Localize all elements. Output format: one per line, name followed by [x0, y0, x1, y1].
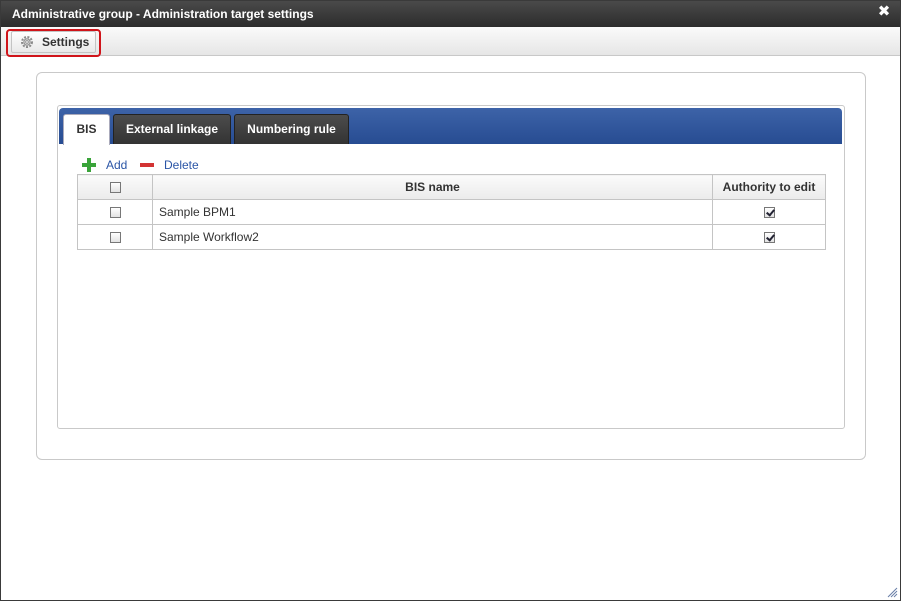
- window-title: Administrative group - Administration ta…: [12, 7, 314, 21]
- select-all-checkbox[interactable]: [109, 182, 121, 194]
- add-label: Add: [106, 158, 128, 172]
- tab-numbering-rule[interactable]: Numbering rule: [234, 114, 349, 144]
- row-select-cell: [77, 224, 153, 250]
- delete-label: Delete: [164, 158, 199, 172]
- minus-icon: [140, 163, 154, 167]
- tab-external-linkage[interactable]: External linkage: [113, 114, 231, 144]
- column-header-authority[interactable]: Authority to edit: [712, 174, 826, 200]
- bis-table: BIS name Authority to edit Sample BPM1 S…: [77, 174, 826, 250]
- row-select-cell: [77, 199, 153, 225]
- title-bar[interactable]: Administrative group - Administration ta…: [1, 1, 900, 27]
- tab-panel: BIS External linkage Numbering rule Add: [57, 105, 845, 429]
- bis-name-cell: Sample BPM1: [152, 199, 713, 225]
- row-select-checkbox[interactable]: [109, 232, 121, 244]
- resize-grip-icon[interactable]: [886, 586, 898, 598]
- table-row[interactable]: Sample Workflow2: [77, 224, 826, 250]
- authority-cell: [712, 224, 826, 250]
- settings-dialog: Administrative group - Administration ta…: [0, 0, 901, 601]
- settings-button[interactable]: Settings: [11, 31, 96, 53]
- tab-bis[interactable]: BIS: [63, 114, 110, 145]
- plus-icon: [82, 158, 96, 172]
- row-select-checkbox[interactable]: [109, 207, 121, 219]
- gear-icon: [21, 36, 33, 48]
- settings-panel: BIS External linkage Numbering rule Add: [36, 72, 866, 460]
- authority-checkbox[interactable]: [763, 232, 775, 244]
- table-header-row: BIS name Authority to edit: [77, 174, 826, 200]
- column-header-bis-name[interactable]: BIS name: [152, 174, 713, 200]
- settings-button-label: Settings: [42, 35, 90, 49]
- select-all-header: [77, 174, 153, 200]
- bis-name-cell: Sample Workflow2: [152, 224, 713, 250]
- toolbar: Settings: [1, 27, 900, 57]
- close-icon[interactable]: ✖: [877, 4, 891, 19]
- authority-checkbox[interactable]: [763, 207, 775, 219]
- tab-bar: BIS External linkage Numbering rule: [59, 108, 842, 145]
- authority-cell: [712, 199, 826, 225]
- table-row[interactable]: Sample BPM1: [77, 199, 826, 225]
